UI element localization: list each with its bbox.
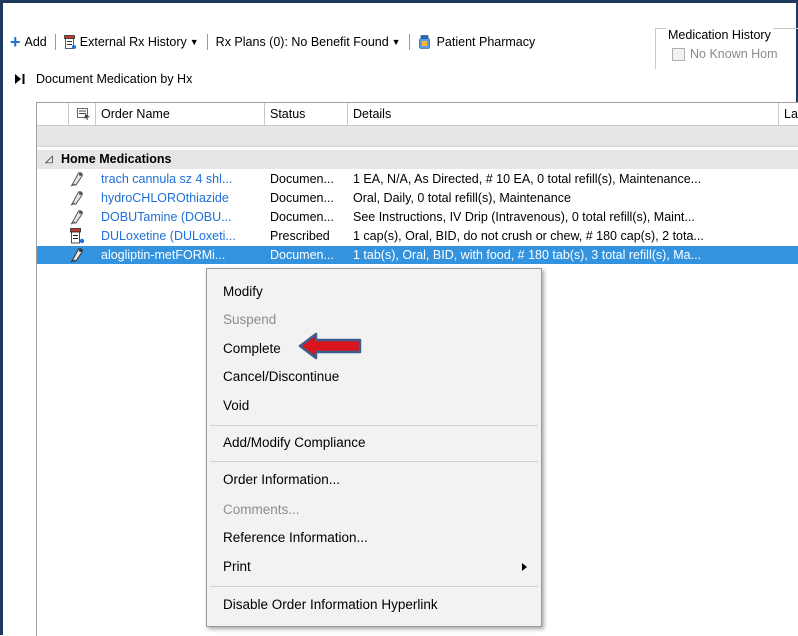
header-blank-cell — [37, 103, 69, 125]
table-row[interactable]: DULoxetine (DULoxeti... Prescribed 1 cap… — [37, 227, 798, 245]
table-row[interactable]: DOBUTamine (DOBU... Documen... See Instr… — [37, 208, 798, 226]
red-arrow-annotation-icon — [298, 332, 362, 360]
menu-separator — [210, 425, 538, 426]
medication-history-title: Medication History — [666, 28, 773, 42]
order-details: 1 tab(s), Oral, BID, with food, # 180 ta… — [353, 248, 702, 262]
medication-history-group: Medication History No Known Hom — [655, 28, 798, 69]
menu-item-reference-information[interactable]: Reference Information... — [223, 527, 368, 549]
toolbar-separator — [206, 34, 208, 50]
prescription-icon — [69, 228, 85, 244]
context-menu: Modify Suspend Complete Cancel/Discontin… — [206, 268, 542, 627]
checkbox-box — [672, 47, 685, 61]
menu-item-disable-order-information-hyperlink[interactable]: Disable Order Information Hyperlink — [223, 594, 438, 616]
grid-spacer-row — [37, 126, 798, 147]
column-header-status[interactable]: Status — [265, 103, 348, 125]
column-header-order-name[interactable]: Order Name — [96, 103, 265, 125]
add-button[interactable]: + Add — [8, 31, 49, 53]
no-known-home-meds-checkbox[interactable]: No Known Hom — [672, 47, 778, 61]
pharmacy-icon — [418, 34, 432, 50]
rx-plans-label: Rx Plans (0): No Benefit Found — [215, 35, 389, 49]
window-left-border — [0, 0, 3, 635]
menu-item-void[interactable]: Void — [223, 395, 249, 417]
column-chooser-icon[interactable] — [69, 103, 96, 125]
documented-medication-icon — [69, 190, 85, 206]
menu-item-modify[interactable]: Modify — [223, 281, 263, 303]
table-row-selected[interactable]: alogliptin-metFORMi... Documen... 1 tab(… — [37, 246, 798, 264]
table-row[interactable]: hydroCHLOROthiazide Documen... Oral, Dai… — [37, 189, 798, 207]
chevron-down-icon: ▼ — [391, 37, 401, 47]
external-rx-history-label: External Rx History — [79, 35, 187, 49]
order-status: Documen... — [270, 210, 334, 224]
no-known-home-meds-label: No Known Hom — [690, 47, 778, 61]
order-name-link[interactable]: alogliptin-metFORMi... — [101, 246, 265, 264]
menu-separator — [210, 586, 538, 587]
menu-item-cancel-discontinue[interactable]: Cancel/Discontinue — [223, 366, 339, 388]
medication-toolbar: + Add External Rx History ▼ Rx Plans (0)… — [8, 30, 537, 54]
group-label: Home Medications — [61, 152, 172, 166]
plus-icon: + — [10, 32, 21, 52]
order-details: 1 EA, N/A, As Directed, # 10 EA, 0 total… — [353, 172, 702, 186]
expand-arrow-icon — [14, 73, 26, 85]
menu-separator — [210, 461, 538, 462]
order-details: See Instructions, IV Drip (Intravenous),… — [353, 210, 695, 224]
toolbar-separator — [54, 34, 56, 50]
document-medication-label: Document Medication by Hx — [36, 72, 193, 86]
menu-item-suspend[interactable]: Suspend — [223, 309, 276, 331]
column-header-details[interactable]: Details — [348, 103, 779, 125]
order-name-link[interactable]: DOBUTamine (DOBU... — [101, 208, 265, 226]
order-name-link[interactable]: trach cannula sz 4 shl... — [101, 170, 265, 188]
collapse-triangle-icon[interactable]: ◿ — [45, 150, 53, 169]
documented-medication-icon — [69, 247, 85, 263]
order-name-link[interactable]: hydroCHLOROthiazide — [101, 189, 265, 207]
order-status: Prescribed — [270, 229, 330, 243]
order-status: Documen... — [270, 172, 334, 186]
document-medication-by-hx[interactable]: Document Medication by Hx — [14, 72, 192, 86]
grid-header: Order Name Status Details Las — [37, 103, 798, 126]
documented-medication-icon — [69, 171, 85, 187]
prescription-icon — [63, 34, 76, 50]
menu-item-comments[interactable]: Comments... — [223, 499, 300, 521]
group-row-home-medications[interactable]: ◿ Home Medications — [37, 150, 798, 169]
rx-plans-button[interactable]: Rx Plans (0): No Benefit Found ▼ — [214, 31, 403, 53]
order-status: Documen... — [270, 248, 334, 262]
submenu-arrow-icon — [522, 563, 527, 571]
patient-pharmacy-label: Patient Pharmacy — [436, 35, 536, 49]
toolbar-separator — [408, 34, 410, 50]
menu-item-order-information[interactable]: Order Information... — [223, 469, 340, 491]
menu-item-complete[interactable]: Complete — [223, 338, 281, 360]
order-details: Oral, Daily, 0 total refill(s), Maintena… — [353, 191, 571, 205]
chevron-down-icon: ▼ — [189, 37, 199, 47]
external-rx-history-button[interactable]: External Rx History ▼ — [62, 31, 201, 53]
add-label: Add — [24, 35, 47, 49]
menu-item-print[interactable]: Print — [223, 556, 251, 578]
table-row[interactable]: trach cannula sz 4 shl... Documen... 1 E… — [37, 170, 798, 188]
order-name-link[interactable]: DULoxetine (DULoxeti... — [101, 227, 265, 245]
patient-pharmacy-button[interactable]: Patient Pharmacy — [416, 31, 538, 53]
order-status: Documen... — [270, 191, 334, 205]
window-top-bar — [0, 0, 798, 25]
column-header-last[interactable]: Las — [779, 103, 798, 125]
order-details: 1 cap(s), Oral, BID, do not crush or che… — [353, 229, 704, 243]
menu-item-add-modify-compliance[interactable]: Add/Modify Compliance — [223, 432, 366, 454]
documented-medication-icon — [69, 209, 85, 225]
